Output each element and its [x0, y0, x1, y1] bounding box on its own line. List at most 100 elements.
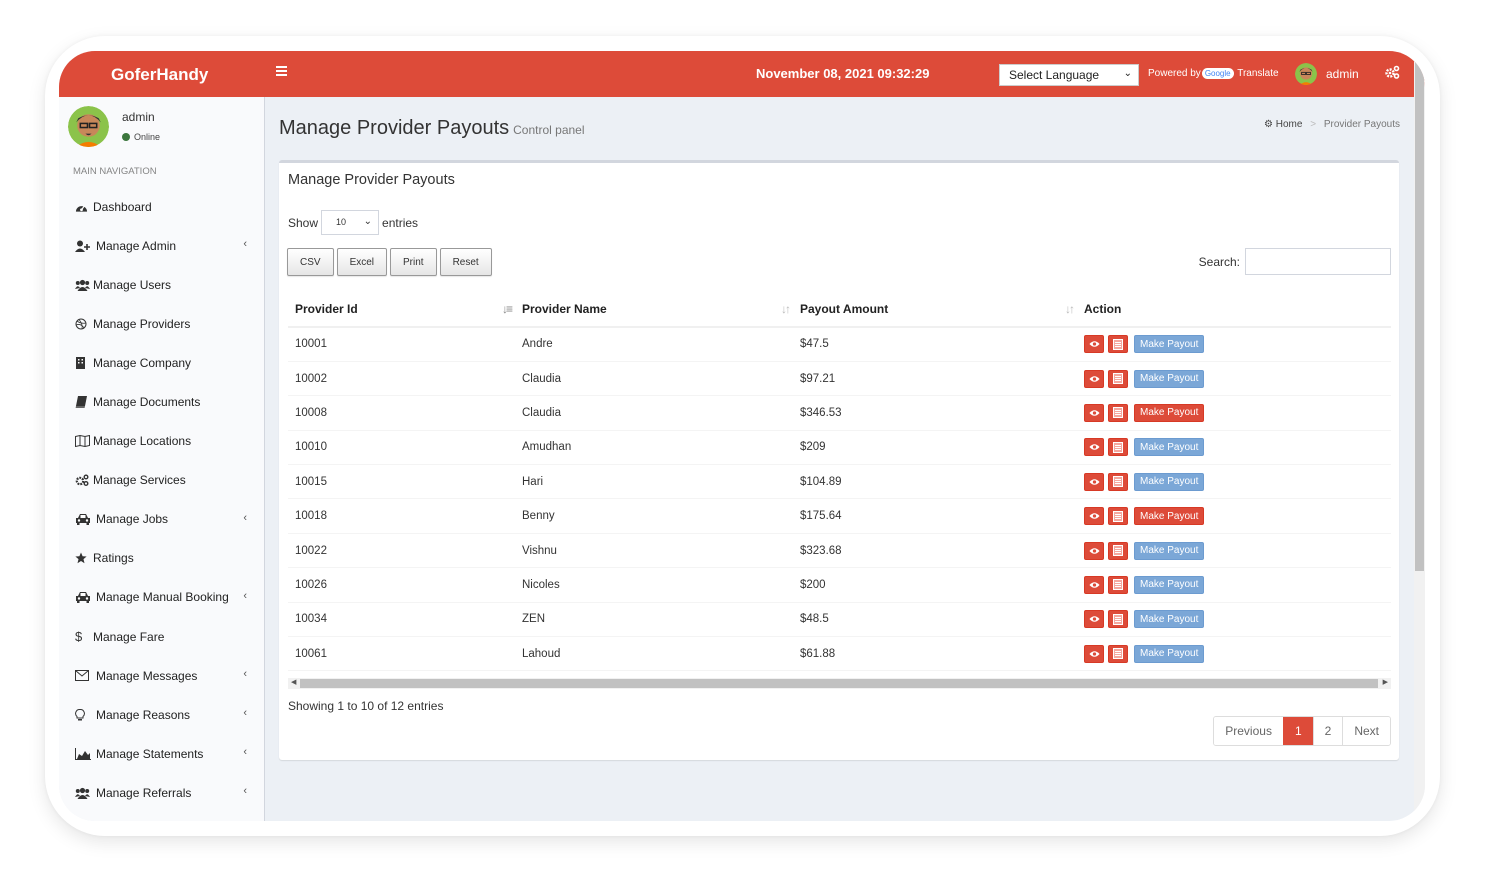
- scrollbar-thumb[interactable]: [300, 679, 1378, 688]
- brand-logo[interactable]: GoferHandy: [111, 65, 261, 85]
- details-button[interactable]: [1108, 610, 1128, 629]
- excel-button[interactable]: Excel: [336, 248, 388, 276]
- csv-button[interactable]: CSV: [287, 248, 334, 276]
- sidebar-item-label: Manage Admin: [96, 238, 177, 253]
- sidebar-item-manage-users[interactable]: Manage Users: [59, 265, 265, 304]
- view-button[interactable]: [1084, 369, 1104, 388]
- star-icon: [75, 552, 93, 564]
- sidebar-item-manage-company[interactable]: Manage Company: [59, 343, 265, 382]
- details-button[interactable]: [1108, 335, 1128, 354]
- details-button[interactable]: [1108, 541, 1128, 560]
- make-payout-button[interactable]: Make Payout: [1134, 507, 1205, 526]
- eye-icon: [1088, 375, 1100, 382]
- make-payout-button[interactable]: Make Payout: [1134, 472, 1205, 491]
- sidebar-item-manage-providers[interactable]: Manage Providers: [59, 304, 265, 343]
- cell-name: Claudia: [515, 395, 793, 431]
- control-sidebar-toggle[interactable]: [1384, 65, 1400, 84]
- details-button[interactable]: [1108, 575, 1128, 594]
- view-button[interactable]: [1084, 644, 1104, 663]
- eye-icon: [1088, 547, 1100, 554]
- column-header-provider-name[interactable]: Provider Name ↓↑: [515, 291, 793, 328]
- details-button[interactable]: [1108, 507, 1128, 526]
- pagination-previous[interactable]: Previous: [1214, 717, 1283, 745]
- make-payout-button[interactable]: Make Payout: [1134, 369, 1205, 388]
- sidebar-item-ratings[interactable]: Ratings: [59, 539, 265, 578]
- sidebar-item-dashboard[interactable]: Dashboard: [59, 187, 265, 226]
- user-avatar[interactable]: [1295, 63, 1317, 85]
- chevron-left-icon: ‹: [243, 589, 247, 602]
- make-payout-button[interactable]: Make Payout: [1134, 575, 1205, 594]
- column-header-payout-amount[interactable]: Payout Amount ↓↑: [793, 291, 1077, 328]
- language-select[interactable]: Select Language ⌄: [999, 64, 1139, 86]
- translate-link[interactable]: Translate: [1237, 68, 1278, 79]
- sidebar-toggle-button[interactable]: [276, 64, 287, 78]
- google-logo[interactable]: Google: [1201, 68, 1234, 79]
- view-button[interactable]: [1084, 472, 1104, 491]
- sidebar-item-manage-documents[interactable]: Manage Documents: [59, 382, 265, 421]
- details-button[interactable]: [1108, 438, 1128, 457]
- sidebar-item-manage-fare[interactable]: $ Manage Fare: [59, 617, 265, 656]
- cell-amount: $48.5: [793, 602, 1077, 638]
- column-header-provider-id[interactable]: Provider Id ↓≡: [288, 291, 515, 328]
- breadcrumb-home[interactable]: Home: [1276, 119, 1303, 130]
- scrollbar-thumb[interactable]: [1415, 61, 1424, 571]
- hamburger-icon: [276, 66, 287, 68]
- sidebar-item-manage-statements[interactable]: Manage Statements ‹: [59, 734, 265, 773]
- cell-action: Make Payout: [1077, 567, 1391, 603]
- page-length-select[interactable]: 10 ⌄: [321, 210, 380, 235]
- view-button[interactable]: [1084, 403, 1104, 422]
- make-payout-button[interactable]: Make Payout: [1134, 610, 1205, 629]
- make-payout-button[interactable]: Make Payout: [1134, 438, 1205, 457]
- print-button[interactable]: Print: [390, 248, 437, 276]
- make-payout-button[interactable]: Make Payout: [1134, 335, 1205, 354]
- sidebar-item-manage-messages[interactable]: Manage Messages ‹: [59, 656, 265, 695]
- sidebar-item-manage-referrals[interactable]: Manage Referrals ‹: [59, 773, 265, 812]
- reset-button[interactable]: Reset: [439, 248, 492, 276]
- cell-amount: $175.64: [793, 498, 1077, 534]
- row-actions: Make Payout: [1084, 369, 1391, 388]
- pagination-page-2[interactable]: 2: [1312, 717, 1343, 745]
- user-menu[interactable]: admin: [1326, 67, 1359, 81]
- list-alt-icon: [1113, 476, 1123, 488]
- details-button[interactable]: [1108, 369, 1128, 388]
- sidebar-item-manage-reasons[interactable]: Manage Reasons ‹: [59, 695, 265, 734]
- sort-asc-icon: ↓≡: [501, 302, 513, 316]
- make-payout-button[interactable]: Make Payout: [1134, 403, 1205, 422]
- details-button[interactable]: [1108, 403, 1128, 422]
- cell-action: Make Payout: [1077, 636, 1391, 672]
- make-payout-button[interactable]: Make Payout: [1134, 541, 1205, 560]
- sort-icon: ↓↑: [1065, 302, 1075, 316]
- view-button[interactable]: [1084, 610, 1104, 629]
- view-button[interactable]: [1084, 541, 1104, 560]
- area-chart-icon: [75, 747, 96, 760]
- scroll-left-icon[interactable]: ◀: [291, 678, 296, 686]
- online-status: Online: [122, 132, 160, 142]
- cell-amount: $97.21: [793, 361, 1077, 397]
- row-actions: Make Payout: [1084, 575, 1391, 594]
- sidebar-item-manage-admin[interactable]: Manage Admin ‹: [59, 226, 265, 265]
- search-input[interactable]: [1245, 248, 1391, 275]
- sidebar-item-manage-jobs[interactable]: Manage Jobs ‹: [59, 500, 265, 539]
- sidebar-item-manage-manual-booking[interactable]: Manage Manual Booking ‹: [59, 578, 265, 617]
- horizontal-scrollbar[interactable]: ◀ ▶: [288, 678, 1391, 689]
- view-button[interactable]: [1084, 507, 1104, 526]
- cell-id: 10022: [288, 533, 515, 569]
- sidebar-item-manage-services[interactable]: Manage Services: [59, 461, 265, 500]
- sidebar-item-manage-locations[interactable]: Manage Locations: [59, 422, 265, 461]
- book-icon: [75, 396, 93, 409]
- eye-icon: [1088, 341, 1100, 348]
- table-row: 10002 Claudia $97.21 Make Payout: [288, 361, 1391, 397]
- sidebar-item-label: Manage Documents: [93, 395, 201, 410]
- view-button[interactable]: [1084, 575, 1104, 594]
- details-button[interactable]: [1108, 644, 1128, 663]
- details-button[interactable]: [1108, 472, 1128, 491]
- app-window: GoferHandy November 08, 2021 09:32:29 Se…: [59, 51, 1425, 821]
- make-payout-button[interactable]: Make Payout: [1134, 644, 1205, 663]
- scroll-right-icon[interactable]: ▶: [1383, 678, 1388, 686]
- pagination-next[interactable]: Next: [1342, 717, 1390, 745]
- vertical-scrollbar[interactable]: [1414, 51, 1425, 821]
- view-button[interactable]: [1084, 438, 1104, 457]
- pagination-page-1[interactable]: 1: [1282, 717, 1313, 745]
- view-button[interactable]: [1084, 335, 1104, 354]
- table-header-row: Provider Id ↓≡ Provider Name ↓↑ Payout Amo…: [288, 291, 1391, 328]
